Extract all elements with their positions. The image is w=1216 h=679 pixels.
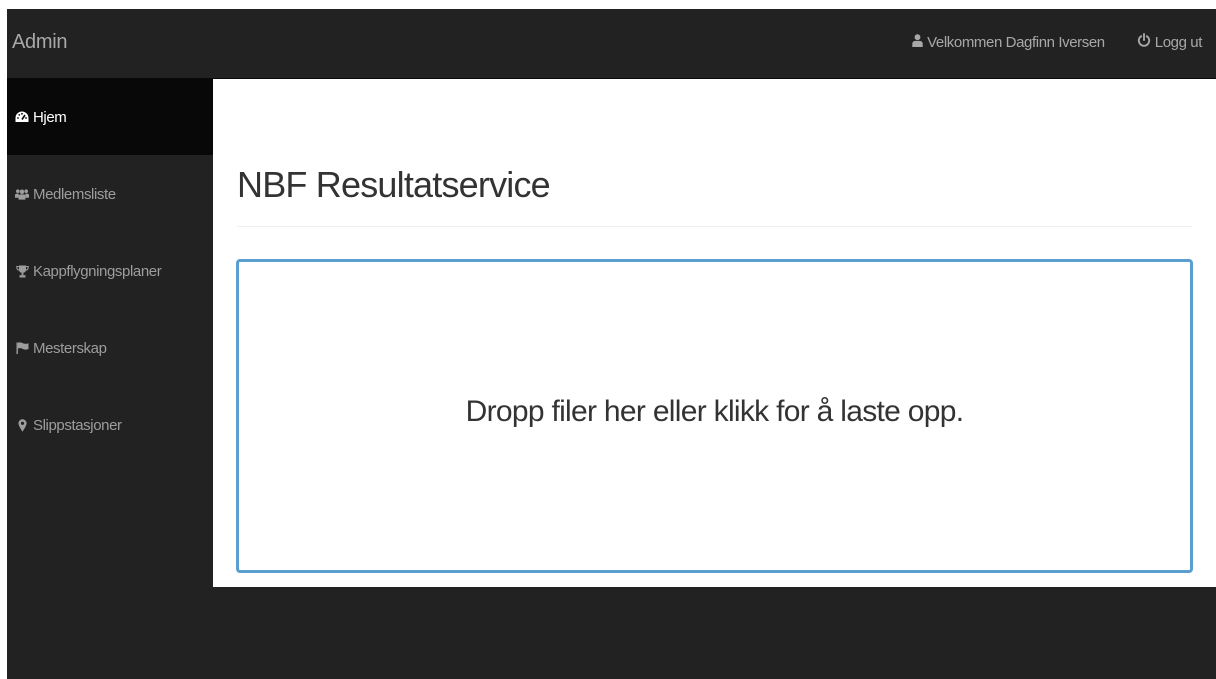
sidebar-item-label: Hjem xyxy=(33,108,67,126)
file-dropzone[interactable]: Dropp filer her eller klikk for å laste … xyxy=(236,259,1193,573)
sidebar-item-hjem[interactable]: Hjem xyxy=(7,79,213,155)
logout-link[interactable]: Logg ut xyxy=(1137,33,1202,51)
user-icon xyxy=(912,33,927,51)
sidebar-item-label: Slippstasjoner xyxy=(33,416,122,434)
page-title: NBF Resultatservice xyxy=(237,164,551,205)
trophy-icon xyxy=(15,264,29,278)
title-divider xyxy=(237,226,1192,227)
sidebar-item-label: Medlemsliste xyxy=(33,185,116,203)
welcome-text: Velkommen Dagfinn Iversen xyxy=(927,33,1105,51)
sidebar: Hjem Medlemsliste Kappflygningsplaner Me… xyxy=(7,79,213,679)
top-navbar: Admin Velkommen Dagfinn Iversen Logg ut xyxy=(7,9,1216,79)
map-marker-icon xyxy=(15,418,29,432)
sidebar-item-mesterskap[interactable]: Mesterskap xyxy=(7,310,213,386)
dashboard-icon xyxy=(15,110,29,124)
logout-label: Logg ut xyxy=(1154,33,1203,51)
sidebar-item-slippstasjoner[interactable]: Slippstasjoner xyxy=(7,387,213,463)
users-icon xyxy=(15,187,29,201)
power-icon xyxy=(1137,33,1155,51)
sidebar-item-label: Kappflygningsplaner xyxy=(33,262,162,280)
flag-icon xyxy=(15,341,29,355)
sidebar-item-kappflygningsplaner[interactable]: Kappflygningsplaner xyxy=(7,233,213,309)
dropzone-message: Dropp filer her eller klikk for å laste … xyxy=(465,395,964,428)
welcome-user-link[interactable]: Velkommen Dagfinn Iversen xyxy=(912,34,1105,51)
navbar-right: Velkommen Dagfinn Iversen Logg ut xyxy=(912,33,1202,51)
brand-link[interactable]: Admin xyxy=(12,31,68,54)
app-frame: Admin Velkommen Dagfinn Iversen Logg ut … xyxy=(7,9,1216,679)
sidebar-item-medlemsliste[interactable]: Medlemsliste xyxy=(7,156,213,232)
sidebar-item-label: Mesterskap xyxy=(33,339,107,357)
main-content: NBF Resultatservice Dropp filer her elle… xyxy=(213,79,1216,587)
